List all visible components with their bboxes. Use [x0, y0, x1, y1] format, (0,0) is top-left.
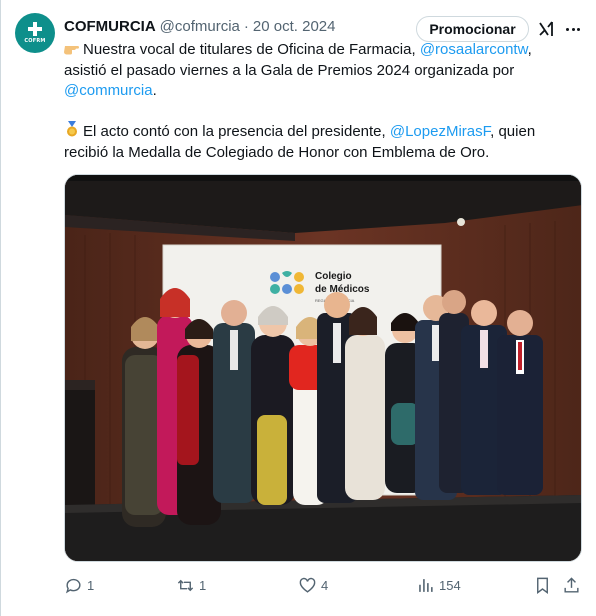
text-line-4: El acto contó con la presencia del presi…	[83, 123, 390, 140]
post-text: Nuestra vocal de titulares de Oficina de…	[64, 40, 584, 163]
post-header: COFMURCIA @cofmurcia · 20 oct. 2024	[64, 16, 335, 36]
bookmark-button[interactable]	[533, 574, 556, 596]
pointing-right-icon	[64, 41, 80, 61]
promote-button[interactable]: Promocionar	[416, 16, 529, 42]
text-line-4-end: , quien	[490, 123, 536, 140]
avatar[interactable]: COFRM	[15, 13, 55, 53]
post-photo[interactable]: Colegio de Médicos REGIÓN DE MURCIA	[64, 174, 582, 562]
group-photo-image: Colegio de Médicos REGIÓN DE MURCIA	[65, 175, 581, 561]
action-bar: 1 1 4 154	[64, 574, 584, 596]
views-button[interactable]: 154	[416, 574, 461, 596]
repost-count: 1	[199, 577, 207, 593]
more-options-icon[interactable]	[563, 19, 583, 39]
text-line-1: Nuestra vocal de titulares de Oficina de…	[83, 41, 420, 58]
timeline-border	[0, 0, 1, 616]
repost-icon	[177, 579, 194, 591]
mention-rosaalarcontw[interactable]: @rosaalarcontw	[420, 41, 528, 58]
banner-title-1: Colegio	[315, 271, 352, 282]
reply-button[interactable]: 1	[64, 574, 94, 596]
post-date[interactable]: 20 oct. 2024	[253, 18, 336, 35]
header-separator: ·	[243, 17, 249, 35]
bookmark-icon	[537, 577, 548, 594]
text-line-1-end: ,	[527, 41, 532, 58]
text-line-2: asistió el pasado viernes a la Gala de P…	[64, 62, 515, 79]
repost-button[interactable]: 1	[176, 574, 206, 596]
like-count: 4	[321, 577, 329, 593]
author-name[interactable]: COFMURCIA	[64, 18, 156, 35]
avatar-logo-text: COFRM	[24, 38, 46, 44]
text-line-5: recibió la Medalla de Colegiado de Honor…	[64, 144, 490, 161]
author-handle[interactable]: @cofmurcia	[160, 18, 240, 35]
views-icon	[419, 578, 433, 592]
views-count: 154	[439, 577, 461, 593]
reply-count: 1	[87, 577, 95, 593]
medal-icon	[64, 121, 80, 143]
person-4	[213, 300, 255, 503]
text-line-3-end: .	[152, 82, 157, 99]
share-icon	[564, 576, 579, 593]
like-button[interactable]: 4	[298, 574, 328, 596]
pharmacy-cross-icon	[28, 22, 42, 36]
reply-icon	[65, 578, 81, 593]
mention-commurcia[interactable]: @commurcia	[64, 82, 153, 99]
share-button[interactable]	[562, 574, 585, 596]
mention-lopezmirasf[interactable]: @LopezMirasF	[390, 123, 490, 140]
heart-icon	[299, 577, 316, 593]
grok-icon[interactable]	[537, 19, 557, 39]
person-13	[497, 310, 543, 495]
